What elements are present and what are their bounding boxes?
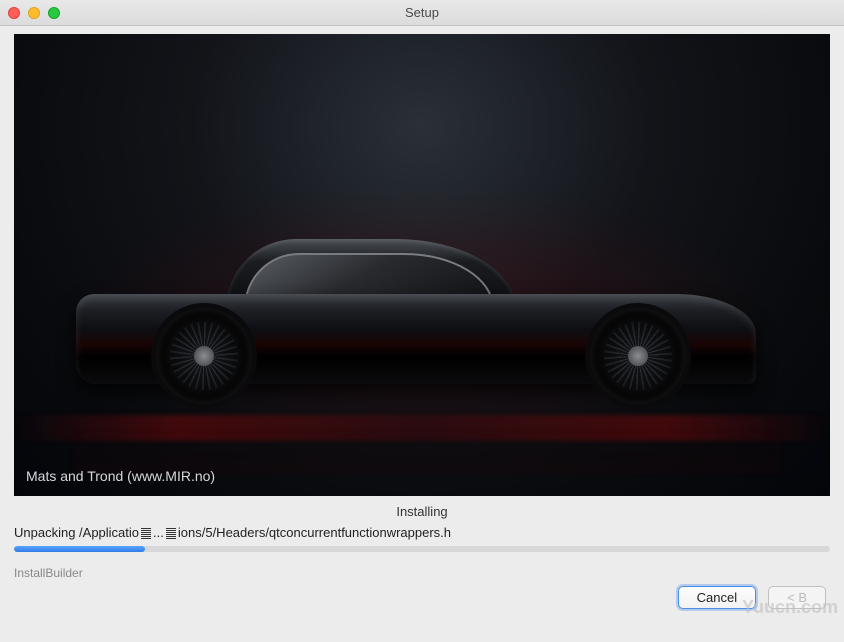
- ellipsis-icon: [166, 527, 176, 539]
- hero-image: Mats and Trond (www.MIR.no): [14, 34, 830, 496]
- unpack-mid: ...: [153, 525, 164, 540]
- hero-credit: Mats and Trond (www.MIR.no): [26, 468, 215, 484]
- content-area: Mats and Trond (www.MIR.no) Installing U…: [0, 26, 844, 642]
- minimize-icon[interactable]: [28, 7, 40, 19]
- traffic-lights: [8, 7, 60, 19]
- progress-fill: [14, 546, 145, 552]
- window-title: Setup: [405, 5, 439, 20]
- setup-window: Setup Mats and Trond (www.MIR.no) Instal…: [0, 0, 844, 642]
- car-illustration: [76, 244, 756, 394]
- back-button: < B: [768, 586, 826, 609]
- unpack-suffix: ions/5/Headers/qtconcurrentfunctionwrapp…: [178, 525, 451, 540]
- button-row: Cancel < B: [14, 586, 830, 609]
- status-label: Installing: [14, 504, 830, 519]
- ellipsis-icon: [141, 527, 151, 539]
- cancel-button[interactable]: Cancel: [678, 586, 756, 609]
- unpack-path: Unpacking /Applicatio ... ions/5/Headers…: [14, 525, 830, 540]
- titlebar: Setup: [0, 0, 844, 26]
- footer-builder: InstallBuilder: [14, 566, 830, 580]
- maximize-icon[interactable]: [48, 7, 60, 19]
- progress-bar: [14, 546, 830, 552]
- unpack-prefix: Unpacking /Applicatio: [14, 525, 139, 540]
- status-area: Installing: [14, 504, 830, 519]
- close-icon[interactable]: [8, 7, 20, 19]
